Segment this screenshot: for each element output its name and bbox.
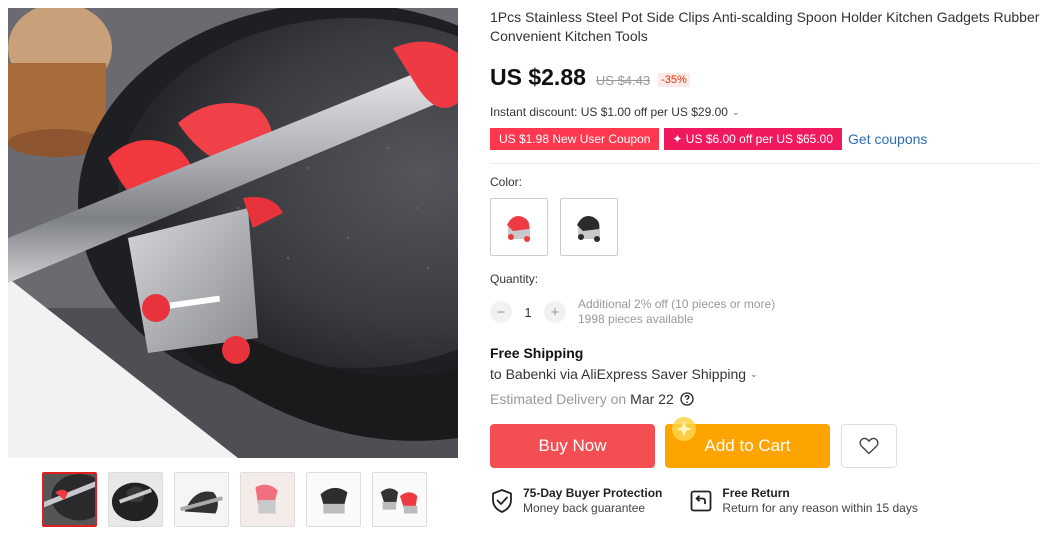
product-photo bbox=[8, 8, 458, 458]
action-buttons: Buy Now Add to Cart bbox=[490, 417, 1040, 468]
shield-check-icon bbox=[490, 488, 514, 514]
thumbnail-2[interactable] bbox=[108, 472, 163, 527]
sparkle-icon bbox=[667, 412, 701, 451]
main-product-image[interactable] bbox=[8, 8, 458, 458]
quantity-stepper: − 1 + Additional 2% off (10 pieces or mo… bbox=[490, 297, 1040, 327]
divider bbox=[490, 163, 1039, 164]
shipping-method[interactable]: to Babenki via AliExpress Saver Shipping… bbox=[490, 366, 1040, 382]
bulk-discount-note: Additional 2% off (10 pieces or more) bbox=[578, 297, 776, 311]
shipping-title: Free Shipping bbox=[490, 345, 584, 361]
coupon-row: US $1.98 New User Coupon ✦ US $6.00 off … bbox=[490, 128, 1040, 150]
guarantee-subtitle: Return for any reason within 15 days bbox=[722, 501, 918, 515]
quantity-notes: Additional 2% off (10 pieces or more) 19… bbox=[578, 297, 775, 327]
return-box-icon bbox=[689, 489, 713, 513]
get-coupons-link[interactable]: Get coupons bbox=[848, 131, 927, 147]
stock-available: 1998 pieces available bbox=[578, 312, 694, 326]
color-swatch-black[interactable] bbox=[560, 198, 618, 256]
color-swatches bbox=[490, 198, 1040, 256]
product-title: 1Pcs Stainless Steel Pot Side Clips Anti… bbox=[490, 9, 1040, 44]
estimated-delivery: Estimated Delivery on Mar 22 bbox=[490, 391, 1040, 407]
thumbnail-1[interactable] bbox=[42, 472, 97, 527]
buyer-protection[interactable]: 75-Day Buyer Protection Money back guara… bbox=[490, 486, 662, 516]
price-row: US $2.88 US $4.43 -35% bbox=[490, 64, 1040, 91]
red-clip-icon bbox=[507, 216, 530, 242]
black-clip-icon bbox=[577, 216, 600, 242]
add-to-cart-button[interactable]: Add to Cart bbox=[665, 417, 830, 468]
quantity-value[interactable]: 1 bbox=[512, 305, 544, 320]
discount-badge: -35% bbox=[658, 73, 690, 87]
guarantee-title: Free Return bbox=[722, 486, 790, 500]
thumbnail-4[interactable] bbox=[240, 472, 295, 527]
product-info-panel: 1Pcs Stainless Steel Pot Side Clips Anti… bbox=[490, 8, 1040, 516]
current-price: US $2.88 bbox=[490, 64, 586, 90]
increase-quantity-button[interactable]: + bbox=[544, 301, 566, 323]
add-to-cart-label: Add to Cart bbox=[704, 436, 791, 455]
wishlist-button[interactable] bbox=[841, 424, 897, 468]
estimated-delivery-label: Estimated Delivery on bbox=[490, 391, 627, 407]
quantity-label: Quantity: bbox=[490, 272, 539, 286]
chevron-down-icon: ⌄ bbox=[750, 368, 758, 379]
delivery-date: Mar 22 bbox=[630, 391, 674, 407]
thumbnail-6[interactable] bbox=[372, 472, 427, 527]
thumbnail-5[interactable] bbox=[306, 472, 361, 527]
instant-discount-text: Instant discount: US $1.00 off per US $2… bbox=[490, 105, 728, 119]
guarantees: 75-Day Buyer Protection Money back guara… bbox=[490, 486, 1040, 516]
store-coupon[interactable]: ✦ US $6.00 off per US $65.00 bbox=[664, 128, 843, 150]
color-swatch-red[interactable] bbox=[490, 198, 548, 256]
thumbnail-strip bbox=[42, 472, 427, 527]
guarantee-title: 75-Day Buyer Protection bbox=[523, 486, 663, 500]
heart-icon bbox=[859, 437, 879, 455]
color-label: Color: bbox=[490, 175, 523, 189]
new-user-coupon[interactable]: US $1.98 New User Coupon bbox=[490, 128, 660, 150]
thumbnail-3[interactable] bbox=[174, 472, 229, 527]
instant-discount[interactable]: Instant discount: US $1.00 off per US $2… bbox=[490, 105, 1040, 119]
free-return[interactable]: Free Return Return for any reason within… bbox=[689, 486, 918, 516]
original-price: US $4.43 bbox=[595, 73, 651, 88]
decrease-quantity-button[interactable]: − bbox=[490, 301, 512, 323]
chevron-down-icon: ⌄ bbox=[731, 106, 740, 117]
guarantee-subtitle: Money back guarantee bbox=[523, 501, 646, 515]
shipping-route: to Babenki via AliExpress Saver Shipping bbox=[490, 366, 747, 382]
question-circle-icon[interactable] bbox=[680, 392, 694, 406]
buy-now-button[interactable]: Buy Now bbox=[490, 424, 655, 468]
